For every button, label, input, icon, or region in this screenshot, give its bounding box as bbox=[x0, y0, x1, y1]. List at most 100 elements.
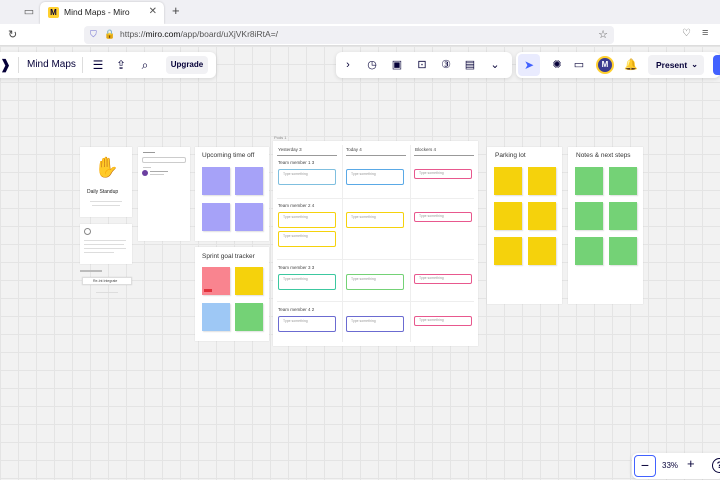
bell-icon[interactable]: 🔔 bbox=[622, 56, 640, 74]
card[interactable]: Type something bbox=[278, 169, 336, 185]
card[interactable]: Type something bbox=[414, 212, 472, 222]
sticky-note[interactable] bbox=[528, 167, 556, 195]
sticky-note[interactable] bbox=[202, 203, 230, 231]
upgrade-button[interactable]: Upgrade bbox=[166, 56, 208, 74]
sticky-note[interactable] bbox=[235, 203, 263, 231]
card[interactable]: Type something bbox=[346, 169, 404, 185]
zoom-controls: − 33% + ? bbox=[632, 453, 720, 479]
hamburger-menu-icon[interactable]: ≡ bbox=[702, 27, 708, 39]
new-tab-icon[interactable]: + bbox=[172, 3, 180, 18]
sticky-note[interactable] bbox=[575, 237, 603, 265]
sticky-note[interactable] bbox=[202, 267, 230, 295]
card[interactable]: Type something bbox=[278, 231, 336, 247]
row-label: Team member 1 3 bbox=[278, 160, 315, 165]
card[interactable]: Type something bbox=[414, 316, 472, 326]
comment-icon[interactable]: ▭ bbox=[570, 56, 588, 74]
reactions-icon[interactable]: ✺ bbox=[548, 56, 566, 74]
board-name[interactable]: Mind Maps bbox=[27, 59, 76, 70]
sticky-note[interactable] bbox=[494, 237, 522, 265]
card[interactable]: Type something bbox=[346, 212, 404, 228]
standup-board-frame[interactable]: Yesterday 3 Today 4 Blockers 4 Team memb… bbox=[273, 141, 478, 346]
chevron-down-icon[interactable]: ⌄ bbox=[691, 55, 698, 75]
browser-tab[interactable]: M Mind Maps - Miro ✕ bbox=[40, 2, 164, 24]
sticky-note[interactable] bbox=[609, 237, 637, 265]
zoom-level[interactable]: 33% bbox=[662, 461, 678, 470]
sticky-note[interactable] bbox=[528, 202, 556, 230]
card[interactable]: Type something bbox=[414, 169, 472, 179]
people-search-input[interactable] bbox=[142, 157, 186, 163]
sticky-add-icon[interactable]: ▣ bbox=[388, 56, 406, 74]
frame-title: Parking lot bbox=[495, 152, 526, 159]
help-icon[interactable]: ? bbox=[712, 458, 720, 473]
zoom-out-button[interactable]: − bbox=[634, 455, 656, 477]
cursor-icon[interactable]: ➤ bbox=[518, 54, 540, 76]
info-icon bbox=[84, 228, 91, 235]
text-line bbox=[150, 174, 164, 175]
share-button[interactable] bbox=[713, 55, 720, 75]
parking-lot-frame[interactable]: Parking lot bbox=[487, 147, 562, 304]
upcoming-time-off-frame[interactable]: Upcoming time off bbox=[195, 147, 269, 241]
lock-icon[interactable]: 🔒 bbox=[104, 29, 115, 40]
info-card[interactable] bbox=[80, 224, 132, 264]
sticky-note[interactable] bbox=[235, 303, 263, 331]
timer-icon[interactable]: ◷ bbox=[363, 56, 381, 74]
sticky-note[interactable] bbox=[575, 202, 603, 230]
reload-icon[interactable]: ↻ bbox=[8, 28, 17, 41]
people-panel[interactable] bbox=[138, 147, 190, 241]
card[interactable]: Type something bbox=[346, 274, 404, 290]
frame-title: Notes & next steps bbox=[576, 152, 631, 159]
address-bar-row: ↻ ⛉ 🔒 https://miro.com/app/board/uXjVKr8… bbox=[0, 24, 720, 46]
standup-title: Daily Standup bbox=[87, 189, 119, 195]
chevron-right-icon[interactable]: › bbox=[339, 56, 357, 74]
sticky-note[interactable] bbox=[202, 303, 230, 331]
url-text[interactable]: https://miro.com/app/board/uXjVKr8iRtA=/ bbox=[120, 29, 278, 39]
row-label: Team member 4 2 bbox=[278, 307, 315, 312]
notes-next-steps-frame[interactable]: Notes & next steps bbox=[568, 147, 643, 304]
avatar[interactable]: M bbox=[596, 56, 614, 74]
sticky-note[interactable] bbox=[494, 202, 522, 230]
present-button[interactable]: Present ⌄ bbox=[648, 55, 704, 75]
bookmark-star-icon[interactable]: ☆ bbox=[598, 28, 608, 41]
card[interactable]: Type something bbox=[278, 274, 336, 290]
focus-icon[interactable]: ⊡ bbox=[413, 56, 431, 74]
sticky-note[interactable] bbox=[575, 167, 603, 195]
zoom-in-button[interactable]: + bbox=[687, 456, 695, 471]
text-line bbox=[143, 167, 151, 168]
frame-label: Pods 1 bbox=[274, 135, 287, 140]
more-icon[interactable]: ⌄ bbox=[486, 56, 504, 74]
card[interactable]: Type something bbox=[278, 316, 336, 332]
row-divider bbox=[277, 301, 474, 302]
tab-list-icon[interactable]: ▭ bbox=[22, 5, 36, 19]
collaboration-toolbar: ➤ ✺ ▭ M 🔔 Present ⌄ bbox=[516, 52, 720, 78]
url-field[interactable]: ⛉ 🔒 https://miro.com/app/board/uXjVKr8iR… bbox=[84, 26, 614, 44]
sticky-note[interactable] bbox=[528, 237, 556, 265]
sticky-note[interactable] bbox=[235, 167, 263, 195]
count-icon[interactable]: ③ bbox=[437, 56, 455, 74]
miro-logo-icon[interactable]: ❱ bbox=[0, 57, 11, 73]
pocket-icon[interactable]: ♡ bbox=[682, 28, 691, 39]
card[interactable]: Type something bbox=[346, 316, 404, 332]
notes-icon[interactable]: ▤ bbox=[461, 56, 479, 74]
row-label: Team member 2 4 bbox=[278, 203, 315, 208]
export-icon[interactable]: ⇪ bbox=[112, 56, 130, 74]
sticky-note[interactable] bbox=[609, 202, 637, 230]
card[interactable]: Type something bbox=[278, 212, 336, 228]
divider bbox=[82, 57, 83, 73]
panel-heading bbox=[143, 152, 155, 153]
row-divider bbox=[277, 259, 474, 260]
integrate-button[interactable]: Re-Int Integrate bbox=[82, 277, 132, 285]
frame-title: Sprint goal tracker bbox=[202, 253, 255, 260]
sticky-note[interactable] bbox=[235, 267, 263, 295]
sticky-note[interactable] bbox=[494, 167, 522, 195]
standup-card[interactable]: ✋ Daily Standup bbox=[80, 147, 132, 217]
column-header: Yesterday 3 bbox=[278, 147, 302, 152]
close-icon[interactable]: ✕ bbox=[149, 6, 157, 17]
sticky-note[interactable] bbox=[202, 167, 230, 195]
sprint-goal-tracker-frame[interactable]: Sprint goal tracker bbox=[195, 247, 269, 341]
card[interactable]: Type something bbox=[414, 274, 472, 284]
tools-toolbar: › ◷ ▣ ⊡ ③ ▤ ⌄ bbox=[336, 52, 512, 78]
search-icon[interactable]: ⌕ bbox=[136, 56, 154, 74]
sticky-note[interactable] bbox=[609, 167, 637, 195]
menu-icon[interactable]: ☰ bbox=[89, 56, 107, 74]
shield-icon[interactable]: ⛉ bbox=[90, 29, 97, 40]
